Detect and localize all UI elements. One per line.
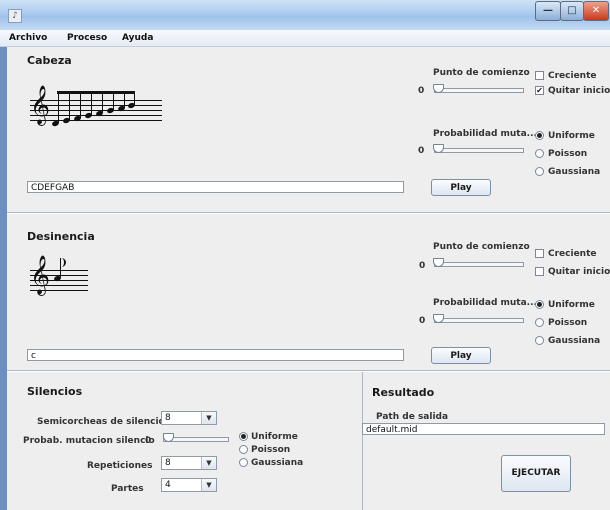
cabeza-poisson-radio[interactable]: [535, 149, 544, 158]
treble-clef-icon: 𝄞: [30, 255, 51, 295]
note: [84, 111, 93, 120]
note-flag: [61, 258, 66, 267]
cabeza-gaussiana-radio[interactable]: [535, 167, 544, 176]
title-bar[interactable]: ♪ — □ ✕: [0, 0, 610, 31]
desinencia-punto-label: Punto de comienzo: [433, 242, 530, 252]
desinencia-staff: 𝄞: [30, 258, 100, 303]
desinencia-punto-value: 0: [419, 261, 426, 271]
path-salida-input[interactable]: default.mid: [362, 423, 605, 435]
cabeza-poisson-label: Poisson: [548, 149, 588, 159]
repeticiones-value: 8: [165, 458, 171, 468]
cabeza-title: Cabeza: [27, 54, 72, 67]
window-border: [0, 47, 7, 510]
desinencia-uniforme-label: Uniforme: [548, 300, 595, 310]
desinencia-quitar-inicio-label: Quitar inicio: [548, 267, 610, 277]
prob-silencio-value: 0: [145, 436, 152, 446]
desinencia-poisson-label: Poisson: [548, 318, 588, 328]
silencios-gaussiana-radio[interactable]: [239, 458, 248, 467]
note: [62, 116, 71, 125]
note: [51, 119, 60, 128]
desinencia-title: Desinencia: [27, 230, 95, 243]
silencios-title: Silencios: [27, 385, 83, 398]
path-salida-label: Path de salida: [376, 412, 449, 422]
semicorcheas-select[interactable]: 8 ▼: [161, 411, 217, 425]
partes-value: 4: [165, 480, 171, 490]
desinencia-poisson-radio[interactable]: [535, 318, 544, 327]
ejecutar-button[interactable]: EJECUTAR: [501, 455, 571, 492]
cabeza-prob-slider-track[interactable]: [434, 148, 524, 153]
cabeza-uniforme-label: Uniforme: [548, 131, 595, 141]
cabeza-uniforme-radio[interactable]: [535, 131, 544, 140]
cabeza-gaussiana-label: Gaussiana: [548, 167, 601, 177]
desinencia-gaussiana-label: Gaussiana: [548, 336, 601, 346]
maximize-button[interactable]: □: [560, 1, 584, 21]
cabeza-play-button[interactable]: Play: [431, 179, 491, 196]
prob-silencio-label: Probab. mutacion silencio: [23, 436, 155, 446]
cabeza-prob-label: Probabilidad muta...: [433, 129, 537, 139]
minimize-button[interactable]: —: [535, 1, 561, 21]
chevron-down-icon[interactable]: ▼: [201, 479, 216, 491]
repeticiones-label: Repeticiones: [87, 461, 153, 471]
partes-select[interactable]: 4 ▼: [161, 478, 217, 492]
repeticiones-select[interactable]: 8 ▼: [161, 456, 217, 470]
desinencia-prob-label: Probabilidad muta...: [433, 298, 537, 308]
menu-bar: Archivo Proceso Ayuda: [0, 30, 610, 47]
semicorcheas-value: 8: [165, 413, 171, 423]
silencios-uniforme-radio[interactable]: [239, 432, 248, 441]
desinencia-creciente-label: Creciente: [548, 249, 597, 259]
chevron-down-icon[interactable]: ▼: [201, 412, 216, 424]
cabeza-punto-label: Punto de comienzo: [433, 68, 530, 78]
cabeza-prob-value: 0: [418, 146, 425, 156]
desinencia-gaussiana-radio[interactable]: [535, 336, 544, 345]
cabeza-staff: 𝄞: [30, 88, 165, 133]
cabeza-creciente-label: Creciente: [548, 71, 597, 81]
cabeza-quitar-inicio-checkbox[interactable]: ✔: [535, 86, 544, 95]
silencios-poisson-radio[interactable]: [239, 445, 248, 454]
desinencia-play-button[interactable]: Play: [431, 347, 491, 364]
app-icon: ♪: [8, 9, 22, 23]
desinencia-prob-value: 0: [419, 316, 426, 326]
desinencia-creciente-checkbox[interactable]: [535, 249, 544, 258]
resultado-title: Resultado: [372, 386, 435, 399]
silencios-poisson-label: Poisson: [251, 445, 291, 455]
cabeza-creciente-checkbox[interactable]: [535, 71, 544, 80]
close-button[interactable]: ✕: [583, 1, 609, 21]
cabeza-quitar-inicio-label: Quitar inicio: [548, 86, 610, 96]
desinencia-quitar-inicio-checkbox[interactable]: [535, 267, 544, 276]
note: [106, 106, 115, 115]
desinencia-prob-slider-track[interactable]: [434, 318, 524, 323]
cabeza-punto-slider-track[interactable]: [434, 88, 524, 93]
cabeza-punto-value: 0: [418, 86, 425, 96]
cabeza-notes-input[interactable]: CDEFGAB: [27, 181, 404, 193]
treble-clef-icon: 𝄞: [30, 85, 51, 125]
silencios-uniforme-label: Uniforme: [251, 432, 298, 442]
desinencia-punto-slider-track[interactable]: [434, 262, 524, 267]
menu-proceso[interactable]: Proceso: [67, 33, 107, 43]
desinencia-notes-input[interactable]: c: [27, 349, 404, 361]
desinencia-uniforme-radio[interactable]: [535, 300, 544, 309]
note: [127, 101, 136, 110]
menu-ayuda[interactable]: Ayuda: [122, 33, 153, 43]
semicorcheas-label: Semicorcheas de silencio: [37, 417, 165, 427]
silencios-gaussiana-label: Gaussiana: [251, 458, 304, 468]
partes-label: Partes: [111, 484, 144, 494]
menu-archivo[interactable]: Archivo: [9, 33, 47, 43]
chevron-down-icon[interactable]: ▼: [201, 457, 216, 469]
